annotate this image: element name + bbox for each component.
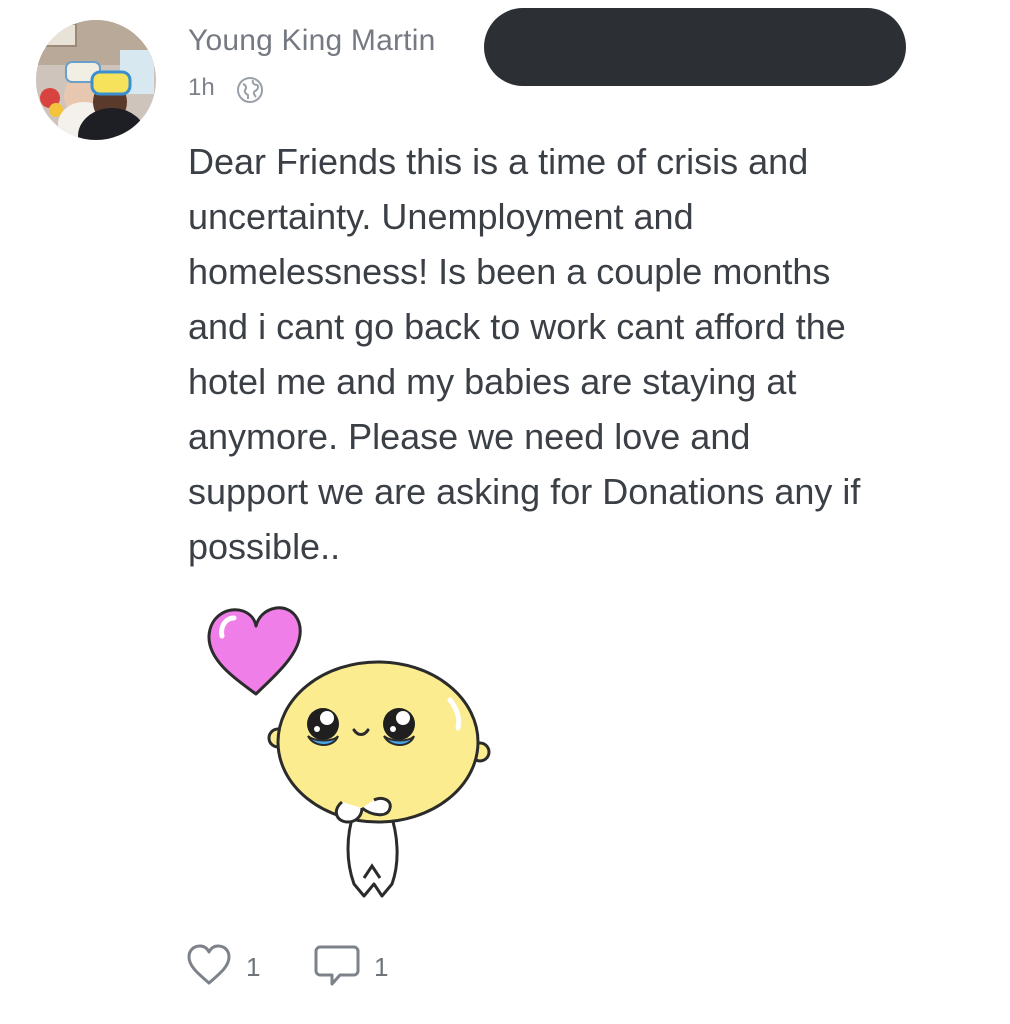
author-name[interactable]: Young King Martin xyxy=(188,24,435,58)
author-avatar[interactable] xyxy=(36,20,156,140)
post-body-line: uncertainty. Unemployment and xyxy=(188,196,694,237)
redaction-bar xyxy=(484,8,906,86)
speech-bubble-icon xyxy=(314,945,360,986)
heart-outline-icon xyxy=(187,944,231,985)
post-body: Dear Friends this is a time of crisis an… xyxy=(188,134,988,574)
pink-heart-icon xyxy=(207,606,302,696)
post-body-line: possible.. xyxy=(188,526,341,567)
like-button[interactable]: 1 xyxy=(186,940,272,990)
post-body-line: and i cant go back to work cant afford t… xyxy=(188,306,846,347)
globe-icon xyxy=(237,77,263,103)
post-timestamp[interactable]: 1h xyxy=(188,74,215,102)
post-body-line: homelessness! Is been a couple months xyxy=(188,251,831,292)
post-body-line: Dear Friends this is a time of crisis an… xyxy=(188,141,809,182)
post-body-line: anymore. Please we need love and xyxy=(188,416,751,457)
post-body-line: support we are asking for Donations any … xyxy=(188,471,861,512)
like-count: 1 xyxy=(246,952,261,982)
post-body-line: hotel me and my babies are staying at xyxy=(188,361,797,402)
post-card: Young King Martin 1h Dear Friends this i… xyxy=(0,0,1010,1024)
comment-button[interactable]: 1 xyxy=(314,940,400,990)
crying-blob-sticker xyxy=(207,606,491,898)
comment-count: 1 xyxy=(374,952,389,982)
